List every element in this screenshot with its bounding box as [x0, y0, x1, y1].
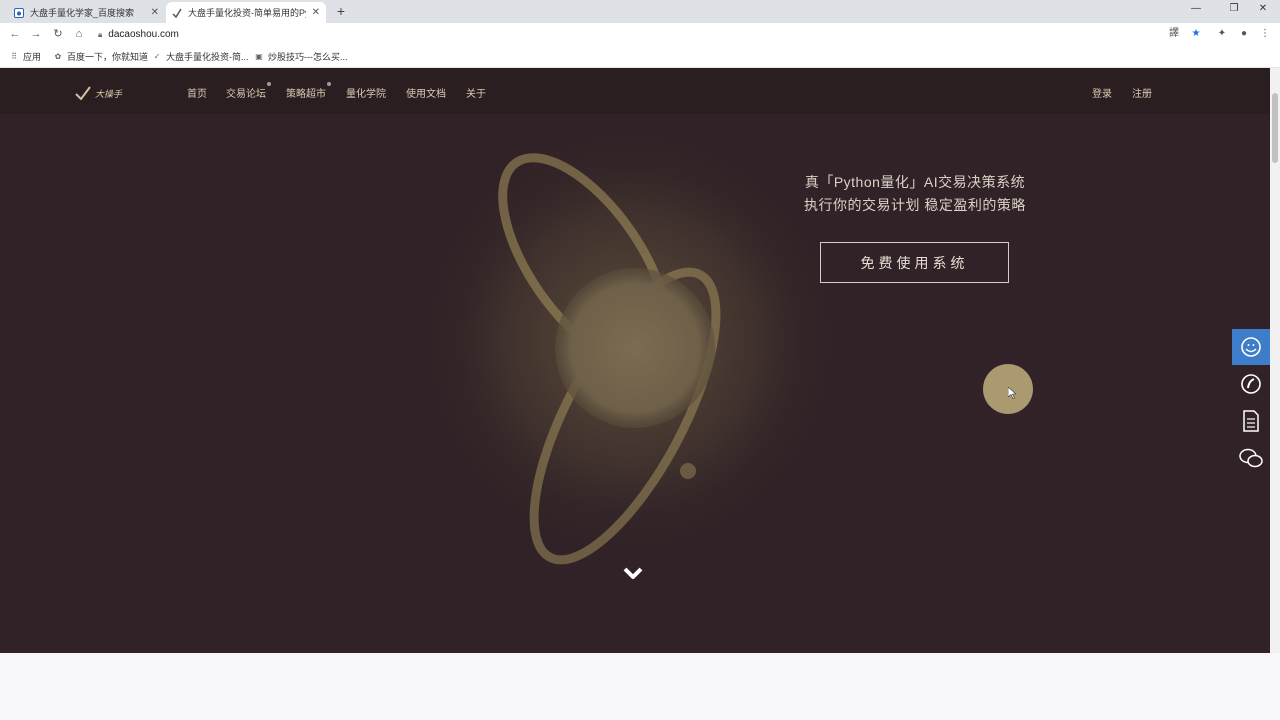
login-link[interactable]: 登录 [1092, 85, 1112, 100]
menu-icon[interactable]: ⋮ [1258, 27, 1272, 41]
qq-icon [1241, 337, 1261, 357]
bookmark-baidu[interactable]: ✿ 百度一下，你就知道 [53, 50, 148, 63]
scroll-down-chevron-icon[interactable] [622, 565, 644, 581]
browser-tab-dacaoshou[interactable]: 大盘手量化投资-简单易用的Py... ✕ [166, 2, 326, 23]
tab-close-icon[interactable]: ✕ [151, 7, 159, 18]
page-icon: ▣ [255, 52, 263, 61]
page-scrollbar[interactable] [1270, 68, 1280, 653]
bookmark-star-icon[interactable]: ★ [1189, 27, 1203, 41]
register-link[interactable]: 注册 [1132, 85, 1152, 100]
tab-title: 大盘手量化学家_百度搜索 [30, 8, 135, 18]
translate-icon[interactable]: 譯 [1167, 27, 1181, 41]
site-logo[interactable]: 大操手 [75, 83, 122, 103]
logo-text: 大操手 [95, 88, 123, 99]
scrollbar-thumb[interactable] [1272, 93, 1278, 163]
side-phone-button[interactable] [1232, 366, 1270, 402]
nav-strategy-market[interactable]: 策略超市 [286, 82, 331, 100]
browser-tab-baidu[interactable]: 大盘手量化学家_百度搜索 ✕ [8, 2, 165, 23]
hero-line-1: 真「Python量化」AI交易决策系统 [804, 174, 1026, 190]
side-document-button[interactable] [1232, 403, 1270, 439]
phone-icon [1241, 374, 1261, 394]
browser-tab-bar: 大盘手量化学家_百度搜索 ✕ 大盘手量化投资-简单易用的Py... ✕ + — … [0, 0, 1280, 23]
paw-icon: ✿ [54, 52, 62, 61]
nav-label: 量化学院 [346, 89, 386, 100]
bookmark-label: 百度一下，你就知道 [67, 52, 149, 62]
nav-label: 关于 [466, 89, 486, 100]
profile-icon[interactable]: ● [1237, 27, 1251, 41]
dacaoshou-favicon-icon [172, 8, 182, 18]
new-tab-button[interactable]: + [333, 3, 349, 19]
bookmark-label: 应用 [23, 52, 42, 62]
nav-label: 使用文档 [406, 89, 446, 100]
bookmark-dacaoshou[interactable]: ✓ 大盘手量化投资-简... [152, 50, 249, 63]
website-page: 大操手 首页 交易论坛 策略超市 量化学院 使用文档 关于 登录 注册 真「Py… [0, 68, 1270, 653]
hero-line-2: 执行你的交易计划 稳定盈利的策略 [804, 197, 1026, 213]
back-icon[interactable]: ← [8, 27, 22, 41]
bookmark-label: 炒股技巧---怎么买... [268, 52, 348, 62]
forward-icon[interactable]: → [29, 27, 43, 41]
apps-grid-icon: ⠿ [11, 52, 17, 61]
bookmarks-bar: ⠿ 应用 ✿ 百度一下，你就知道 ✓ 大盘手量化投资-简... ▣ 炒股技巧--… [0, 46, 1280, 68]
document-icon [1243, 410, 1259, 432]
reload-icon[interactable]: ↻ [51, 27, 65, 41]
bookmark-stock-tips[interactable]: ▣ 炒股技巧---怎么买... [254, 50, 348, 63]
baidu-favicon-icon [14, 7, 24, 18]
nav-badge-dot [267, 82, 271, 86]
lock-icon: 🔒︎ [98, 29, 103, 39]
close-window-button[interactable]: ✕ [1256, 3, 1270, 14]
side-wechat-button[interactable] [1232, 440, 1270, 476]
nav-quant-academy[interactable]: 量化学院 [346, 85, 386, 100]
check-icon: ✓ [153, 52, 161, 61]
bookmark-label: 大盘手量化投资-简... [166, 52, 249, 62]
home-icon[interactable]: ⌂ [72, 27, 86, 41]
tab-close-icon[interactable]: ✕ [312, 7, 320, 18]
logo-mark-icon [75, 86, 91, 100]
hero-tagline: 真「Python量化」AI交易决策系统 执行你的交易计划 稳定盈利的策略 [790, 171, 1040, 217]
nav-label: 首页 [187, 89, 207, 100]
tab-title: 大盘手量化投资-简单易用的Py... [188, 8, 306, 18]
free-use-button[interactable]: 免费使用系统 [820, 242, 1009, 283]
browser-toolbar: ← → ↻ ⌂ 🔒︎ dacaoshou.com 譯 ★ ✦ ● ⋮ [0, 23, 1280, 46]
nav-forum[interactable]: 交易论坛 [226, 82, 271, 100]
wechat-icon [1239, 448, 1263, 468]
bookmark-apps[interactable]: ⠿ 应用 [9, 50, 41, 63]
nav-label: 策略超市 [286, 89, 326, 100]
address-bar[interactable]: 🔒︎ dacaoshou.com [98, 27, 179, 42]
hero-planet-graphic [415, 121, 845, 565]
nav-badge-dot [327, 82, 331, 86]
side-contact-widget [1232, 329, 1270, 477]
restore-button[interactable]: ❐ [1227, 3, 1241, 14]
nav-label: 交易论坛 [226, 89, 266, 100]
minimize-button[interactable]: — [1189, 3, 1203, 14]
site-header: 大操手 首页 交易论坛 策略超市 量化学院 使用文档 关于 登录 注册 [0, 68, 1270, 114]
nav-home[interactable]: 首页 [187, 85, 207, 100]
mouse-pointer-icon [1008, 387, 1016, 399]
address-text: dacaoshou.com [108, 29, 179, 40]
side-qq-button[interactable] [1232, 329, 1270, 365]
nav-docs[interactable]: 使用文档 [406, 85, 446, 100]
nav-about[interactable]: 关于 [466, 85, 486, 100]
extensions-icon[interactable]: ✦ [1215, 27, 1229, 41]
